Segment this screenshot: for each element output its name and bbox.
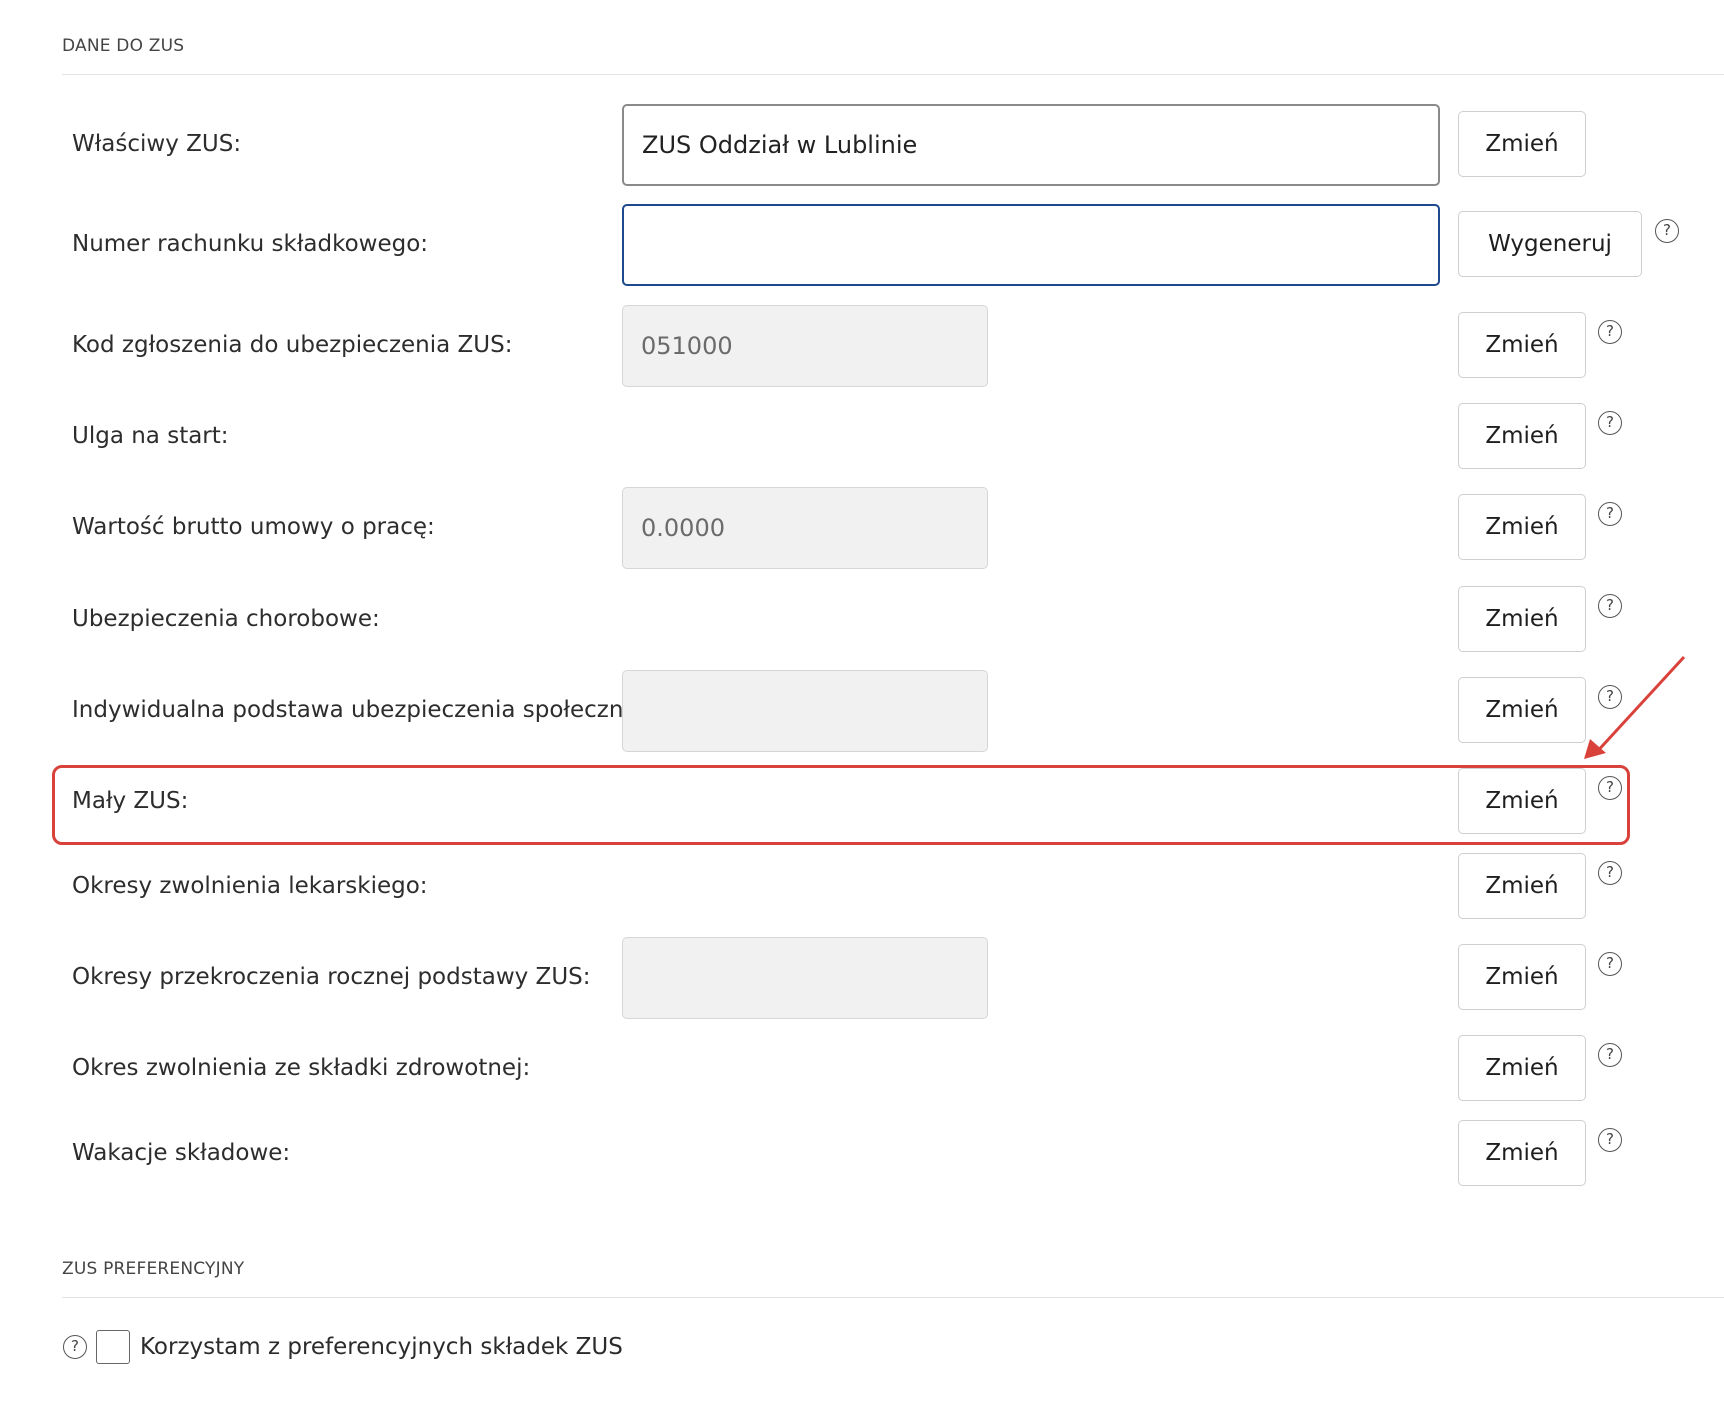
help-icon[interactable]: ? bbox=[1598, 952, 1622, 976]
label-okres-zwolnienia-zdrowotnej: Okres zwolnienia ze składki zdrowotnej: bbox=[72, 1055, 531, 1081]
section-title-dane-do-zus: DANE DO ZUS bbox=[62, 36, 185, 56]
change-ulga-na-start-button[interactable]: Zmień bbox=[1458, 403, 1586, 469]
highlight-box-maly-zus bbox=[52, 765, 1630, 845]
arrow-annotation bbox=[1584, 655, 1686, 759]
label-wartosc-brutto: Wartość brutto umowy o pracę: bbox=[72, 514, 435, 540]
label-wakacje-skladowe: Wakacje składowe: bbox=[72, 1140, 291, 1166]
help-icon[interactable]: ? bbox=[1598, 502, 1622, 526]
wartosc-brutto-field: 0.0000 bbox=[622, 487, 988, 569]
section-divider bbox=[62, 1297, 1724, 1298]
label-okresy-przekroczenia: Okresy przekroczenia rocznej podstawy ZU… bbox=[72, 964, 591, 990]
preferential-contributions-checkbox[interactable] bbox=[96, 1330, 130, 1364]
wlasciwy-zus-value: ZUS Oddział w Lublinie bbox=[642, 131, 918, 159]
label-numer-rachunku: Numer rachunku składkowego: bbox=[72, 231, 429, 257]
label-kod-zgloszenia: Kod zgłoszenia do ubezpieczenia ZUS: bbox=[72, 332, 513, 358]
label-wlasciwy-zus: Właściwy ZUS: bbox=[72, 131, 242, 157]
indywidualna-podstawa-field bbox=[622, 670, 988, 752]
change-okresy-przekroczenia-button[interactable]: Zmień bbox=[1458, 944, 1586, 1010]
change-okres-zwolnienia-zdrowotnej-button[interactable]: Zmień bbox=[1458, 1035, 1586, 1101]
numer-rachunku-input[interactable] bbox=[622, 204, 1440, 286]
change-kod-zgloszenia-button[interactable]: Zmień bbox=[1458, 312, 1586, 378]
kod-zgloszenia-field: 051000 bbox=[622, 305, 988, 387]
label-ulga-na-start: Ulga na start: bbox=[72, 423, 229, 449]
help-icon[interactable]: ? bbox=[1598, 594, 1622, 618]
help-icon[interactable]: ? bbox=[1598, 1043, 1622, 1067]
change-wlasciwy-zus-button[interactable]: Zmień bbox=[1458, 111, 1586, 177]
okresy-przekroczenia-field bbox=[622, 937, 988, 1019]
change-maly-zus-button[interactable]: Zmień bbox=[1458, 768, 1586, 834]
label-indywidualna-podstawa: Indywidualna podstawa ubezpieczenia społ… bbox=[72, 697, 674, 723]
change-okresy-zwolnienia-button[interactable]: Zmień bbox=[1458, 853, 1586, 919]
change-wartosc-brutto-button[interactable]: Zmień bbox=[1458, 494, 1586, 560]
help-icon[interactable]: ? bbox=[63, 1335, 87, 1359]
help-icon[interactable]: ? bbox=[1598, 411, 1622, 435]
section-divider bbox=[62, 74, 1724, 75]
label-ubezpieczenia-chorobowe: Ubezpieczenia chorobowe: bbox=[72, 606, 380, 632]
change-wakacje-skladowe-button[interactable]: Zmień bbox=[1458, 1120, 1586, 1186]
section-title-zus-preferencyjny: ZUS PREFERENCYJNY bbox=[62, 1259, 245, 1279]
kod-zgloszenia-value: 051000 bbox=[641, 332, 733, 360]
label-okresy-zwolnienia: Okresy zwolnienia lekarskiego: bbox=[72, 873, 428, 899]
label-maly-zus: Mały ZUS: bbox=[72, 788, 189, 814]
change-indywidualna-podstawa-button[interactable]: Zmień bbox=[1458, 677, 1586, 743]
help-icon[interactable]: ? bbox=[1598, 776, 1622, 800]
change-ubezpieczenia-chorobowe-button[interactable]: Zmień bbox=[1458, 586, 1586, 652]
help-icon[interactable]: ? bbox=[1655, 219, 1679, 243]
generate-numer-rachunku-button[interactable]: Wygeneruj bbox=[1458, 211, 1642, 277]
help-icon[interactable]: ? bbox=[1598, 861, 1622, 885]
help-icon[interactable]: ? bbox=[1598, 1128, 1622, 1152]
wartosc-brutto-value: 0.0000 bbox=[641, 514, 725, 542]
help-icon[interactable]: ? bbox=[1598, 320, 1622, 344]
wlasciwy-zus-field[interactable]: ZUS Oddział w Lublinie bbox=[622, 104, 1440, 186]
preferential-contributions-label[interactable]: Korzystam z preferencyjnych składek ZUS bbox=[140, 1334, 623, 1360]
